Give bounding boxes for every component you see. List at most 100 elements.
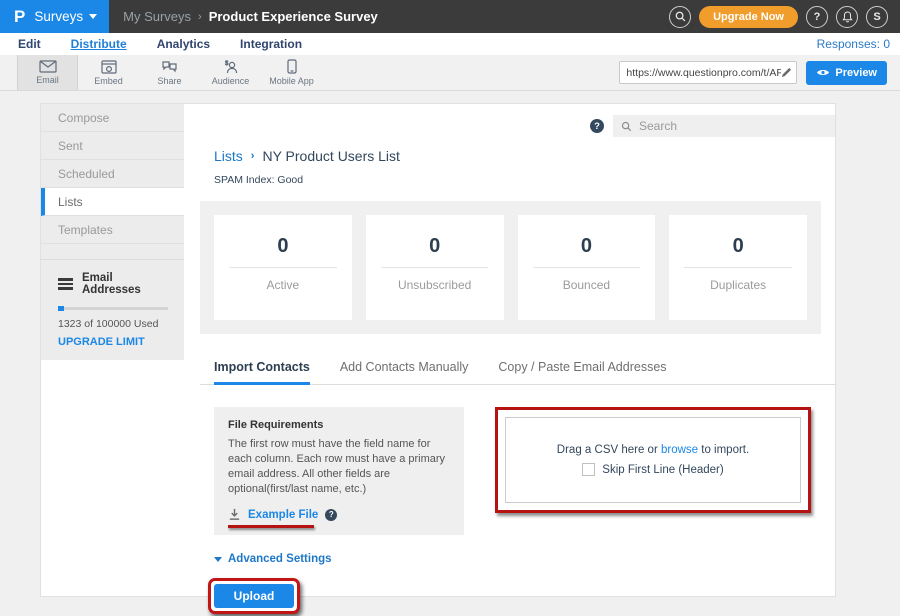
nav-analytics[interactable]: Analytics bbox=[157, 37, 210, 51]
survey-title: Product Experience Survey bbox=[209, 9, 378, 24]
email-sidebar: Compose Sent Scheduled Lists Templates E… bbox=[41, 104, 184, 596]
sidebar-item-scheduled[interactable]: Scheduled bbox=[41, 160, 184, 188]
chevron-down-icon bbox=[89, 14, 97, 19]
divider bbox=[684, 267, 791, 268]
spam-index: SPAM Index: Good bbox=[214, 174, 821, 186]
stat-value: 0 bbox=[669, 235, 807, 258]
dropzone-text: Drag a CSV here or browse to import. bbox=[557, 444, 749, 456]
survey-url-input[interactable] bbox=[626, 67, 781, 79]
red-annotation-box: Drag a CSV here or browse to import. Ski… bbox=[495, 407, 811, 513]
red-annotation-underline bbox=[228, 525, 314, 528]
divider bbox=[381, 267, 488, 268]
file-requirements-body: The first row must have the field name f… bbox=[228, 437, 450, 496]
upload-button[interactable]: Upload bbox=[214, 584, 294, 608]
responses-count[interactable]: Responses: 0 bbox=[817, 37, 890, 51]
toolbar-audience[interactable]: $ Audience bbox=[200, 55, 261, 90]
help-icon[interactable]: ? bbox=[325, 509, 337, 521]
upgrade-now-button[interactable]: Upgrade Now bbox=[699, 6, 798, 28]
notifications-bell-icon[interactable] bbox=[836, 6, 858, 28]
header-actions: Upgrade Now ? S bbox=[669, 6, 900, 28]
user-avatar[interactable]: S bbox=[866, 6, 888, 28]
example-file-row: Example File ? bbox=[228, 508, 337, 521]
email-addresses-summary: Email Addresses 1323 of 100000 Used UPGR… bbox=[41, 259, 184, 360]
nav-distribute[interactable]: Distribute bbox=[71, 37, 127, 51]
search-input[interactable] bbox=[639, 119, 829, 133]
sidebar-item-compose[interactable]: Compose bbox=[41, 104, 184, 132]
sidebar-item-lists[interactable]: Lists bbox=[41, 188, 184, 216]
eye-icon bbox=[816, 68, 830, 77]
skip-first-line-checkbox[interactable] bbox=[582, 463, 595, 476]
email-usage-bar bbox=[58, 307, 168, 310]
email-usage-fill bbox=[58, 306, 64, 311]
stat-card-bounced: 0 Bounced bbox=[518, 215, 656, 320]
file-requirements-box: File Requirements The first row must hav… bbox=[214, 407, 464, 535]
divider bbox=[229, 267, 336, 268]
nav-edit[interactable]: Edit bbox=[18, 37, 41, 51]
toolbar-mobile-app[interactable]: Mobile App bbox=[261, 55, 322, 90]
breadcrumb-separator: › bbox=[198, 11, 202, 23]
toolbar-embed[interactable]: Embed bbox=[78, 55, 139, 90]
breadcrumb-my-surveys[interactable]: My Surveys bbox=[123, 9, 191, 24]
search-icon bbox=[621, 121, 632, 132]
audience-person-icon: $ bbox=[222, 60, 240, 74]
mobile-phone-icon bbox=[287, 59, 297, 74]
sidebar-item-templates[interactable]: Templates bbox=[41, 216, 184, 244]
breadcrumb: Lists › NY Product Users List bbox=[214, 148, 821, 164]
breadcrumb-lists-link[interactable]: Lists bbox=[214, 148, 243, 164]
breadcrumb-separator: › bbox=[251, 150, 255, 162]
top-header-bar: P Surveys My Surveys › Product Experienc… bbox=[0, 0, 900, 33]
list-search-box bbox=[613, 115, 835, 137]
divider bbox=[533, 267, 640, 268]
edit-pencil-icon[interactable] bbox=[781, 67, 792, 78]
example-file-link[interactable]: Example File bbox=[248, 509, 318, 521]
envelope-icon bbox=[39, 60, 57, 73]
stat-label: Duplicates bbox=[669, 278, 807, 292]
skip-first-line-row: Skip First Line (Header) bbox=[582, 463, 723, 476]
upgrade-limit-link[interactable]: UPGRADE LIMIT bbox=[58, 336, 145, 348]
tab-add-contacts-manually[interactable]: Add Contacts Manually bbox=[340, 360, 469, 384]
chevron-down-icon bbox=[214, 557, 222, 562]
product-name: Surveys bbox=[34, 9, 97, 24]
survey-nav: Edit Distribute Analytics Integration Re… bbox=[0, 33, 900, 55]
svg-text:$: $ bbox=[225, 61, 229, 67]
sidebar-item-sent[interactable]: Sent bbox=[41, 132, 184, 160]
tab-import-contacts[interactable]: Import Contacts bbox=[214, 360, 310, 385]
file-requirements-title: File Requirements bbox=[228, 419, 450, 431]
list-detail-content: ? Lists › NY Product Users List SPAM Ind… bbox=[184, 104, 835, 596]
browse-link[interactable]: browse bbox=[661, 444, 698, 456]
skip-first-line-label: Skip First Line (Header) bbox=[602, 464, 723, 476]
embed-window-icon bbox=[101, 60, 117, 74]
download-icon bbox=[228, 508, 241, 521]
list-name: NY Product Users List bbox=[262, 148, 399, 164]
share-bubbles-icon bbox=[161, 60, 178, 74]
import-section: File Requirements The first row must hav… bbox=[214, 407, 811, 535]
nav-integration[interactable]: Integration bbox=[240, 37, 302, 51]
email-lists-panel: Compose Sent Scheduled Lists Templates E… bbox=[40, 103, 836, 597]
list-stats: 0 Active 0 Unsubscribed 0 Bounced 0 Dupl… bbox=[200, 201, 821, 334]
surveys-product-menu[interactable]: P Surveys bbox=[0, 0, 109, 33]
questionpro-logo: P bbox=[14, 8, 25, 25]
stat-value: 0 bbox=[366, 235, 504, 258]
email-addresses-title: Email Addresses bbox=[82, 272, 170, 296]
stat-card-unsubscribed: 0 Unsubscribed bbox=[366, 215, 504, 320]
help-icon[interactable]: ? bbox=[806, 6, 828, 28]
stat-card-duplicates: 0 Duplicates bbox=[669, 215, 807, 320]
toolbar-email[interactable]: Email bbox=[17, 55, 78, 90]
search-icon[interactable] bbox=[669, 6, 691, 28]
email-usage-text: 1323 of 100000 Used bbox=[58, 318, 170, 330]
help-icon[interactable]: ? bbox=[590, 119, 604, 133]
tab-copy-paste-emails[interactable]: Copy / Paste Email Addresses bbox=[498, 360, 666, 384]
csv-dropzone[interactable]: Drag a CSV here or browse to import. Ski… bbox=[505, 417, 801, 503]
stat-label: Active bbox=[214, 278, 352, 292]
advanced-settings-toggle[interactable]: Advanced Settings bbox=[214, 553, 332, 565]
contacts-tabs: Import Contacts Add Contacts Manually Co… bbox=[200, 360, 835, 385]
distribute-toolbar: Email Embed Share $ Audience Mobile App … bbox=[0, 55, 900, 91]
preview-button[interactable]: Preview bbox=[806, 61, 887, 85]
stat-label: Bounced bbox=[518, 278, 656, 292]
list-search-row: ? bbox=[184, 115, 835, 137]
red-annotation-upload: Upload bbox=[208, 578, 300, 614]
upload-section: Upload bbox=[208, 578, 835, 614]
advanced-settings-label: Advanced Settings bbox=[228, 553, 332, 565]
stat-label: Unsubscribed bbox=[366, 278, 504, 292]
toolbar-share[interactable]: Share bbox=[139, 55, 200, 90]
